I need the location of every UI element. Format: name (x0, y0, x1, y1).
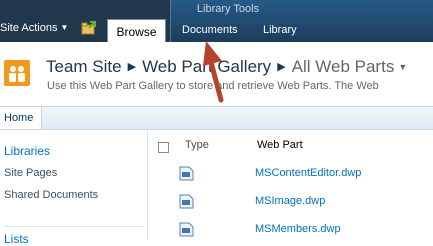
web-part-file-icon (179, 222, 194, 237)
column-header-web-part[interactable]: Web Part (257, 139, 303, 151)
chevron-down-icon: ▼ (60, 23, 69, 32)
page-description: Use this Web Part Gallery to store and r… (47, 80, 379, 92)
tab-browse[interactable]: Browse (107, 19, 166, 43)
quick-launch-item-site-pages[interactable]: Site Pages (4, 167, 57, 179)
quick-launch-lists[interactable]: Lists (4, 232, 29, 246)
site-actions-menu[interactable]: Site Actions ▼ (0, 22, 68, 34)
quick-launch-item-shared-documents[interactable]: Shared Documents (4, 189, 98, 201)
quick-launch-libraries[interactable]: Libraries (4, 144, 50, 158)
navigate-up-icon[interactable] (81, 20, 97, 36)
breadcrumb-view[interactable]: All Web Parts (292, 57, 395, 76)
divider (4, 226, 144, 227)
site-actions-label: Site Actions (0, 22, 58, 34)
column-header-type[interactable]: Type (185, 139, 209, 151)
breadcrumb-separator-icon: ▶ (127, 61, 137, 73)
web-part-file-icon (179, 194, 194, 209)
site-logo-icon[interactable] (4, 60, 30, 86)
web-part-file-icon (179, 166, 194, 181)
chevron-down-icon[interactable]: ▼ (398, 62, 407, 72)
tab-documents[interactable]: Documents (182, 24, 238, 36)
table-row-link[interactable]: MSContentEditor.dwp (255, 167, 361, 179)
table-row-link[interactable]: MSImage.dwp (255, 195, 325, 207)
library-tools-group: Library Tools Documents Library (170, 0, 433, 42)
select-all-checkbox[interactable] (158, 142, 169, 153)
ribbon-bar: Site Actions ▼ Browse Library Tools Docum… (0, 0, 433, 43)
library-tools-title: Library Tools (196, 3, 260, 15)
breadcrumb: Team Site ▶ Web Part Gallery ▶ All Web Parts… (46, 57, 407, 77)
nav-home[interactable]: Home (0, 107, 42, 129)
breadcrumb-site[interactable]: Team Site (46, 57, 122, 76)
breadcrumb-separator-icon: ▶ (277, 61, 286, 73)
quick-launch: Libraries Site Pages Shared Documents Li… (0, 130, 148, 246)
tab-library[interactable]: Library (263, 24, 297, 36)
table-row-link[interactable]: MSMembers.dwp (255, 223, 341, 235)
breadcrumb-gallery[interactable]: Web Part Gallery (142, 57, 271, 76)
top-navigation: Home (0, 106, 433, 130)
